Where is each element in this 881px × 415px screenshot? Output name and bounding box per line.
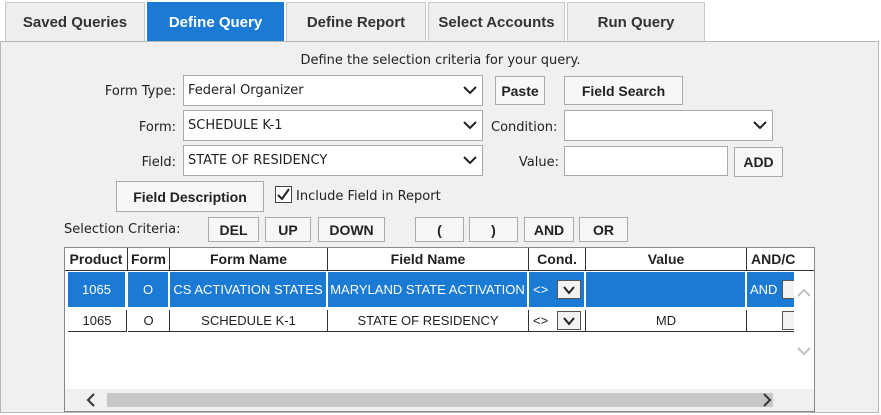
header-form: Form [128,248,170,271]
tab-saved-queries[interactable]: Saved Queries [5,2,145,42]
criteria-table: Product Form Form Name Field Name Cond. … [64,247,815,412]
check-icon [277,188,290,201]
table-row[interactable]: 1065 O CS ACTIVATION STATES MARYLAND STA… [65,272,814,308]
header-form-name: Form Name [170,248,328,271]
cond-select[interactable] [557,311,581,330]
header-product: Product [65,248,128,271]
form-select[interactable]: SCHEDULE K-1 [183,110,483,141]
chevron-down-icon [463,121,477,130]
horizontal-scrollbar[interactable] [65,389,814,411]
condition-label: Condition: [491,120,558,135]
down-button[interactable]: DOWN [318,217,385,242]
cond-value: <> [533,313,549,328]
value-label: Value: [518,155,559,170]
table-header: Product Form Form Name Field Name Cond. … [65,248,814,271]
header-and-or: AND/C [747,248,814,271]
form-value: SCHEDULE K-1 [188,118,283,133]
cell-and-or[interactable]: AND [747,272,796,308]
tab-define-report[interactable]: Define Report [286,2,426,42]
cell-product: 1065 [68,310,127,332]
open-paren-button[interactable]: ( [415,217,464,242]
cell-value [586,272,746,308]
selection-criteria-label: Selection Criteria: [64,222,181,237]
form-type-label: Form Type: [104,84,176,99]
tab-select-accounts[interactable]: Select Accounts [428,2,565,42]
intro-text: Define the selection criteria for your q… [300,53,581,68]
define-query-panel: Define the selection criteria for your q… [0,41,879,413]
cell-form: O [128,310,170,332]
include-field-checkbox[interactable] [275,186,292,203]
cell-field-name: MARYLAND STATE ACTIVATION [328,272,528,308]
form-label: Form: [138,120,176,135]
cell-form: O [128,272,169,308]
cell-field-name: STATE OF RESIDENCY [328,310,529,332]
chevron-down-icon [563,286,575,295]
tab-define-query[interactable]: Define Query [147,2,284,42]
cell-product: 1065 [68,272,126,308]
horizontal-scroll-thumb[interactable] [107,393,773,407]
andor-value: AND [750,282,778,297]
field-description-button[interactable]: Field Description [116,181,264,212]
cell-and-or[interactable] [747,310,796,332]
chevron-down-icon [563,317,575,326]
include-field-label: Include Field in Report [296,189,441,204]
add-button[interactable]: ADD [734,147,783,177]
header-field-name: Field Name [328,248,529,271]
form-type-select[interactable]: Federal Organizer [183,75,483,106]
tab-run-query[interactable]: Run Query [567,2,705,42]
table-row[interactable]: 1065 O SCHEDULE K-1 STATE OF RESIDENCY <… [65,310,814,332]
and-button[interactable]: AND [524,217,574,242]
value-input[interactable] [564,146,728,176]
cond-value: <> [533,282,549,297]
chevron-down-icon [463,156,477,165]
cell-form-name: CS ACTIVATION STATES [170,272,327,308]
cell-cond[interactable]: <> [529,272,585,308]
scroll-up-icon[interactable] [794,285,814,301]
form-type-value: Federal Organizer [188,83,304,98]
condition-select[interactable] [564,110,773,141]
field-label: Field: [141,155,176,170]
scroll-left-icon[interactable] [81,390,101,410]
cell-cond[interactable]: <> [529,310,586,332]
or-button[interactable]: OR [579,217,628,242]
close-paren-button[interactable]: ) [469,217,518,242]
chevron-down-icon [463,86,477,95]
scroll-down-icon[interactable] [794,343,814,359]
cond-select[interactable] [557,280,581,299]
field-search-button[interactable]: Field Search [564,76,683,105]
up-button[interactable]: UP [265,217,311,242]
vertical-scrollbar[interactable] [794,271,814,379]
field-value: STATE OF RESIDENCY [188,153,328,168]
del-button[interactable]: DEL [208,217,259,242]
scroll-right-icon[interactable] [757,390,777,410]
header-value: Value [586,248,747,271]
field-select[interactable]: STATE OF RESIDENCY [183,145,483,176]
cell-form-name: SCHEDULE K-1 [170,310,328,332]
chevron-down-icon [753,121,767,130]
header-cond: Cond. [529,248,586,271]
paste-button[interactable]: Paste [495,76,545,105]
cell-value: MD [586,310,747,332]
